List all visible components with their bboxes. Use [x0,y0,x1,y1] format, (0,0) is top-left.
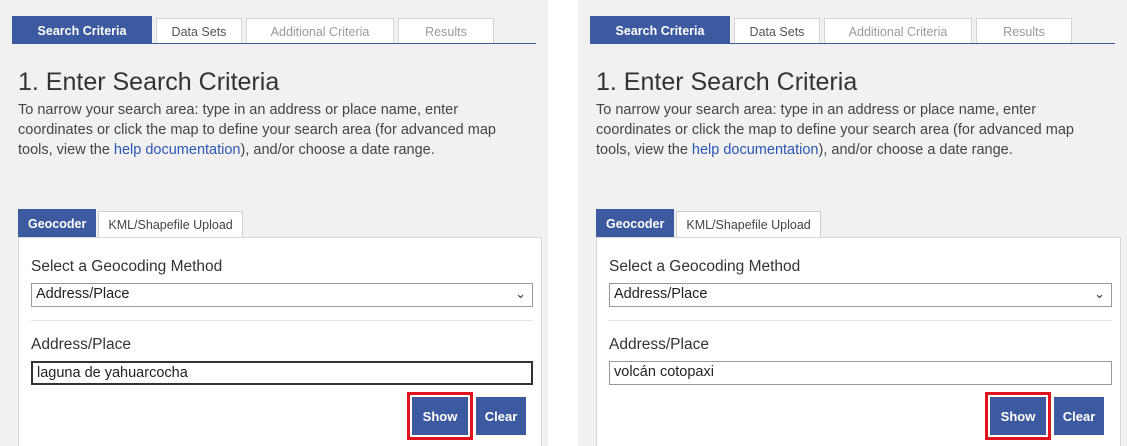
main-tabs: Search Criteria Data Sets Additional Cri… [12,16,498,44]
geocoding-method-select[interactable]: Address/Place ⌄ [609,283,1112,307]
geocoder-tabs: Geocoder KML/Shapefile Upload [596,208,823,238]
geocoder-tabs: Geocoder KML/Shapefile Upload [18,208,245,238]
clear-button[interactable]: Clear [1054,397,1104,435]
chevron-down-icon: ⌄ [1094,286,1105,301]
tab-results[interactable]: Results [398,18,494,44]
address-place-label: Address/Place [609,336,709,353]
search-panel-right: Search Criteria Data Sets Additional Cri… [578,0,1127,446]
tab-data-sets[interactable]: Data Sets [156,18,242,44]
tab-kml-shapefile-upload[interactable]: KML/Shapefile Upload [98,211,243,238]
show-button-highlight [985,392,1051,440]
tab-search-criteria[interactable]: Search Criteria [590,16,730,44]
tab-kml-shapefile-upload[interactable]: KML/Shapefile Upload [676,211,821,238]
form-divider [31,320,533,321]
tab-additional-criteria[interactable]: Additional Criteria [246,18,394,44]
geocoding-method-value: Address/Place [36,286,130,302]
instructions-text: To narrow your search area: type in an a… [596,100,1111,160]
geocoding-method-label: Select a Geocoding Method [31,258,223,275]
help-documentation-link[interactable]: help documentation [114,142,241,158]
tab-results[interactable]: Results [976,18,1072,44]
address-place-label: Address/Place [31,336,131,353]
tab-search-criteria[interactable]: Search Criteria [12,16,152,44]
search-panel-left: Search Criteria Data Sets Additional Cri… [0,0,548,446]
instructions-part-2: ), and/or choose a date range. [240,142,435,158]
tab-additional-criteria[interactable]: Additional Criteria [824,18,972,44]
instructions-text: To narrow your search area: type in an a… [18,100,533,160]
geocoding-method-value: Address/Place [614,286,708,302]
tab-geocoder[interactable]: Geocoder [596,209,675,238]
chevron-down-icon: ⌄ [515,286,526,301]
help-documentation-link[interactable]: help documentation [692,142,819,158]
instructions-part-2: ), and/or choose a date range. [818,142,1013,158]
geocoding-method-label: Select a Geocoding Method [609,258,801,275]
geocoder-form: Select a Geocoding Method Address/Place … [18,237,542,446]
clear-button[interactable]: Clear [476,397,526,435]
geocoder-form: Select a Geocoding Method Address/Place … [596,237,1121,446]
main-tabs: Search Criteria Data Sets Additional Cri… [590,16,1076,44]
page-title: 1. Enter Search Criteria [18,68,280,96]
geocoding-method-select[interactable]: Address/Place ⌄ [31,283,533,307]
form-divider [609,320,1112,321]
tab-data-sets[interactable]: Data Sets [734,18,820,44]
page-title: 1. Enter Search Criteria [596,68,858,96]
address-place-input[interactable]: volcán cotopaxi [609,361,1112,385]
tab-underline [590,43,1115,44]
address-place-input[interactable]: laguna de yahuarcocha [31,361,533,385]
tab-underline [12,43,536,44]
show-button-highlight [407,392,473,440]
tab-geocoder[interactable]: Geocoder [18,209,97,238]
